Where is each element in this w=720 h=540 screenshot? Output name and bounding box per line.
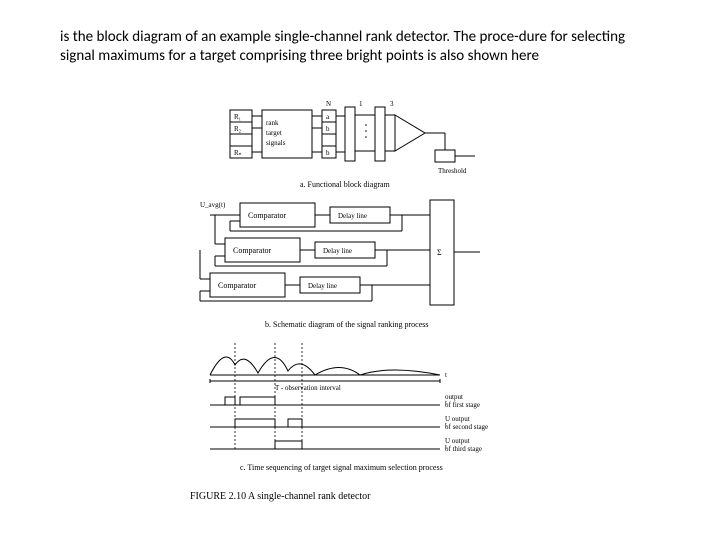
cell-b1: b [326, 125, 330, 133]
panel-b-title: b. Schematic diagram of the signal ranki… [265, 320, 429, 329]
rank-line1: rank [266, 119, 279, 127]
u-avg: U_avg(t) [200, 201, 226, 209]
panel-a-title: a. Functional block diagram [300, 180, 391, 189]
three-label: 3 [390, 100, 394, 108]
delay2: Delay line [323, 247, 352, 255]
one-label: 1 [359, 100, 363, 108]
rank-line2: target [266, 129, 282, 137]
out3a: U output [445, 437, 470, 445]
figure: R₁ R₂ Rₙ rank target signals a b b N 1 [180, 95, 540, 502]
cell-r1: R₁ [234, 113, 241, 121]
sigma: Σ [437, 248, 442, 257]
t2: t [445, 399, 447, 407]
panel-c-title: c. Time sequencing of target signal maxi… [240, 463, 443, 472]
cell-b2: b [326, 149, 330, 157]
delay1: Delay line [338, 212, 367, 220]
cell-rn: Rₙ [234, 149, 242, 157]
panel-b: U_avg(t) Comparator Delay line Comparato… [180, 195, 540, 335]
n-label: N [326, 100, 331, 108]
t3: t [445, 421, 447, 429]
out2b: of second stage [445, 423, 488, 431]
out1a: output [445, 393, 463, 401]
delay3: Delay line [308, 282, 337, 290]
panel-a: R₁ R₂ Rₙ rank target signals a b b N 1 [180, 95, 540, 195]
out3b: of third stage [445, 445, 482, 453]
comp2: Comparator [233, 246, 272, 255]
comp3: Comparator [218, 281, 257, 290]
comp1: Comparator [248, 211, 287, 220]
out2a: U output [445, 415, 470, 423]
cell-r2: R₂ [234, 125, 242, 133]
figure-caption: FIGURE 2.10 A single-channel rank detect… [190, 491, 540, 502]
rank-line3: signals [266, 139, 286, 147]
threshold-label: Threshold [438, 167, 467, 175]
panel-c: T - observation interval t output of fir… [180, 335, 540, 485]
out1b: of first stage [445, 401, 480, 409]
t1: t [445, 371, 447, 379]
obs-label: T - observation interval [275, 384, 341, 392]
t4: t [445, 443, 447, 451]
intro-text: is the block diagram of an example singl… [60, 28, 660, 66]
